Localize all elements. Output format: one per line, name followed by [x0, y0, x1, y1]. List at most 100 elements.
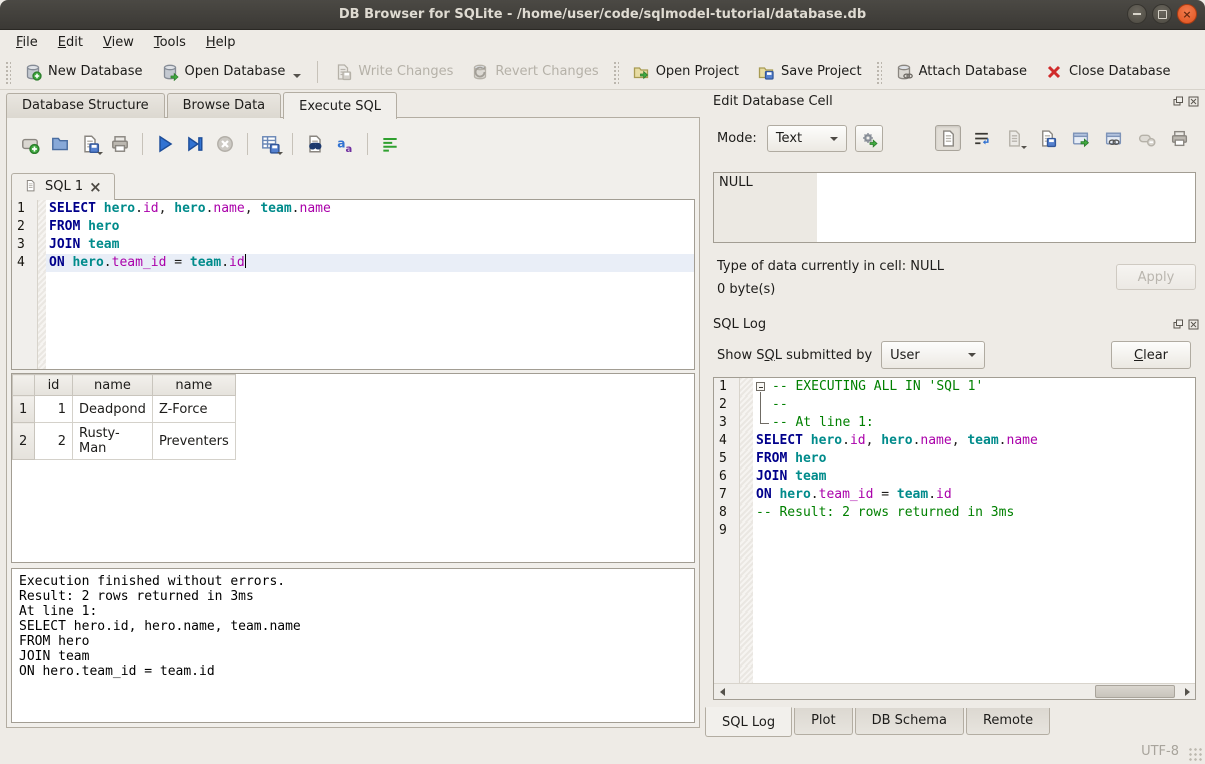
execute-all-button[interactable] — [152, 131, 178, 157]
print-icon — [110, 134, 130, 154]
code-text: FROM hero — [753, 450, 1195, 468]
close-button[interactable]: × — [1177, 4, 1197, 24]
line-number — [12, 290, 38, 308]
code-line — [12, 344, 694, 362]
open-database-button[interactable]: Open Database — [152, 58, 311, 86]
execute-sql-panel: aa SQL 1 × 1SELECT hero.id, hero.name, t… — [6, 117, 700, 728]
word-wrap-button[interactable] — [968, 125, 994, 151]
menu-file[interactable]: File — [6, 32, 48, 53]
resize-grip[interactable] — [1188, 747, 1202, 761]
cell[interactable]: Deadpond — [73, 396, 153, 423]
dock-tab-sql-log[interactable]: SQL Log — [705, 707, 792, 737]
new-database-button[interactable]: New Database — [15, 58, 152, 86]
row-header[interactable]: 1 — [13, 396, 35, 423]
code-line — [12, 290, 694, 308]
cell-mode-select[interactable]: Text — [767, 125, 847, 152]
text-mode-button[interactable] — [935, 125, 961, 151]
execution-status-log[interactable]: Execution finished without errors. Resul… — [11, 568, 695, 723]
scroll-left-icon[interactable] — [714, 684, 730, 699]
line-number: 4 — [714, 432, 740, 450]
toggle-comment-button[interactable] — [377, 131, 403, 157]
close-panel-icon[interactable] — [1188, 319, 1199, 330]
cell[interactable]: Z-Force — [152, 396, 235, 423]
row-header[interactable]: 2 — [13, 423, 35, 460]
title-bar[interactable]: DB Browser for SQLite - /home/user/code/… — [0, 0, 1205, 30]
code-text — [46, 290, 694, 308]
format-sql-button[interactable]: aa — [332, 131, 358, 157]
execute-current-line-button[interactable] — [182, 131, 208, 157]
code-text — [753, 576, 1195, 594]
line-number: 1 — [12, 200, 38, 218]
dock-tab-plot[interactable]: Plot — [794, 708, 853, 735]
log-filter-select[interactable]: User — [881, 341, 985, 369]
tab-execute-sql[interactable]: Execute SQL — [283, 92, 397, 119]
cell[interactable]: Rusty-Man — [73, 423, 153, 460]
code-line: 7ON hero.team_id = team.id — [714, 486, 1195, 504]
save-sql-file-button[interactable] — [77, 131, 103, 157]
sql-editor[interactable]: 1SELECT hero.id, hero.name, team.name2FR… — [11, 199, 695, 370]
column-header-name[interactable]: name — [152, 375, 235, 396]
float-panel-icon[interactable] — [1173, 96, 1184, 107]
word-wrap-icon — [972, 129, 991, 148]
fold-margin — [740, 648, 753, 666]
open-sql-file-button[interactable] — [47, 131, 73, 157]
fold-margin — [740, 468, 753, 486]
cell[interactable]: 1 — [35, 396, 73, 423]
sql-log-view[interactable]: 1-- EXECUTING ALL IN 'SQL 1'2--3-- At li… — [713, 377, 1196, 700]
print-cell-button[interactable] — [1166, 125, 1192, 151]
dock-tab-db-schema[interactable]: DB Schema — [855, 708, 964, 735]
column-header-id[interactable]: id — [35, 375, 73, 396]
sql-log-controls: Show SQL submitted by User Clear — [717, 341, 1200, 369]
menu-view[interactable]: View — [93, 32, 144, 53]
auto-switch-mode-button[interactable] — [855, 125, 883, 152]
cell[interactable]: 2 — [35, 423, 73, 460]
menu-edit[interactable]: Edit — [48, 32, 93, 53]
horizontal-scrollbar[interactable] — [714, 683, 1195, 699]
code-line — [12, 326, 694, 344]
close-panel-icon[interactable] — [1188, 96, 1199, 107]
results-grid[interactable]: idnamename11DeadpondZ-Force22Rusty-ManPr… — [11, 373, 695, 563]
maximize-button[interactable] — [1152, 4, 1172, 24]
scrollbar-thumb[interactable] — [1095, 685, 1175, 698]
fold-margin — [740, 540, 753, 558]
float-panel-icon[interactable] — [1173, 319, 1184, 330]
minimize-button[interactable] — [1127, 4, 1147, 24]
column-header-name[interactable]: name — [73, 375, 153, 396]
export-data-button[interactable] — [1034, 125, 1060, 151]
cell[interactable]: Preventers — [152, 423, 235, 460]
sql-file-tab[interactable]: SQL 1 × — [11, 173, 115, 200]
save-project-button[interactable]: Save Project — [748, 58, 871, 86]
open-project-button[interactable]: Open Project — [623, 58, 748, 86]
toolbar-button-label: Write Changes — [358, 64, 453, 79]
clear-log-button[interactable]: Clear — [1111, 341, 1191, 369]
toolbar-button-label: Open Database — [185, 64, 286, 79]
scroll-right-icon[interactable] — [1179, 684, 1195, 699]
save-results-button[interactable] — [257, 131, 283, 157]
code-line: 1-- EXECUTING ALL IN 'SQL 1' — [714, 378, 1195, 396]
find-button[interactable] — [302, 131, 328, 157]
cell-editor[interactable]: NULL — [713, 172, 1196, 243]
attach-database-button[interactable]: Attach Database — [886, 58, 1036, 86]
log-filter-label: Show SQL submitted by — [717, 348, 872, 363]
print-button[interactable] — [107, 131, 133, 157]
code-text: -- Result: 2 rows returned in 3ms — [753, 504, 1195, 522]
close-tab-icon[interactable]: × — [89, 181, 102, 193]
fold-collapse-icon[interactable] — [756, 378, 772, 396]
menu-help[interactable]: Help — [196, 32, 246, 53]
code-line — [714, 558, 1195, 576]
tab-database-structure[interactable]: Database Structure — [6, 93, 165, 118]
close-database-button[interactable]: Close Database — [1036, 58, 1180, 86]
menu-tools[interactable]: Tools — [144, 32, 196, 53]
table-row: 22Rusty-ManPreventers — [13, 423, 236, 460]
fold-margin — [38, 272, 46, 290]
window-title: DB Browser for SQLite - /home/user/code/… — [339, 7, 866, 22]
open-external-button[interactable] — [1067, 125, 1093, 151]
tab-browse-data[interactable]: Browse Data — [167, 93, 282, 118]
new-sql-tab-button[interactable] — [17, 131, 43, 157]
dock-tab-remote[interactable]: Remote — [966, 708, 1050, 735]
fold-margin — [38, 362, 46, 370]
copy-link-button[interactable] — [1100, 125, 1126, 151]
code-text: JOIN team — [46, 236, 694, 254]
code-text — [46, 344, 694, 362]
write-changes-button: Write Changes — [325, 58, 462, 86]
